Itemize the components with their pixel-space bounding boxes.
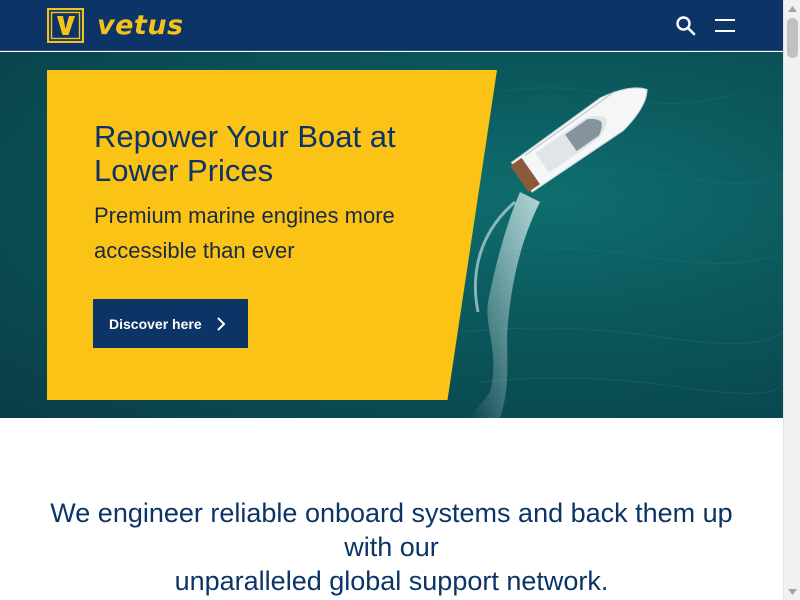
discover-here-label: Discover here: [109, 315, 202, 332]
chevron-right-icon: [216, 316, 226, 331]
scroll-up-arrow-icon[interactable]: [784, 0, 800, 17]
hamburger-menu-icon[interactable]: [713, 15, 737, 37]
mission-line-2: unparalleled global support network.: [174, 566, 609, 596]
vetus-logo[interactable]: vetus: [47, 8, 184, 43]
mission-section: We engineer reliable onboard systems and…: [0, 418, 783, 600]
hero-subtitle: Premium marine engines more accessible t…: [94, 203, 395, 263]
vertical-scrollbar[interactable]: [783, 0, 800, 600]
site-header: vetus: [0, 0, 783, 51]
hero-banner: Repower Your Boat at Lower Prices Premiu…: [0, 52, 783, 418]
vetus-logo-mark-icon: [47, 8, 84, 43]
page-viewport: vetus Repower Your Boat at Lower Prices …: [0, 0, 783, 600]
hero-title: Repower Your Boat at Lower Prices: [94, 119, 396, 188]
mission-line-1: We engineer reliable onboard systems and…: [50, 498, 733, 562]
scrollbar-thumb[interactable]: [787, 18, 798, 58]
mission-statement: We engineer reliable onboard systems and…: [40, 496, 743, 598]
brand-name: vetus: [97, 10, 184, 41]
discover-here-button[interactable]: Discover here: [93, 299, 248, 348]
search-icon[interactable]: [675, 15, 697, 37]
scroll-down-arrow-icon[interactable]: [784, 583, 800, 600]
